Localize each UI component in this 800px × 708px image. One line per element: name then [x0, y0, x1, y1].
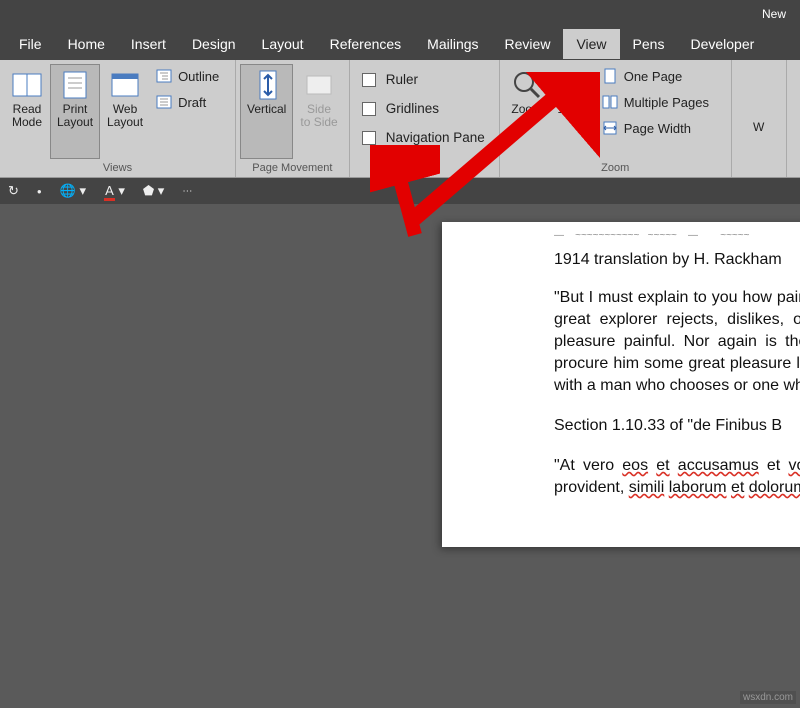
outline-button[interactable]: Outline: [154, 66, 221, 86]
vertical-button[interactable]: Vertical: [240, 64, 293, 159]
outline-label: Outline: [178, 69, 219, 84]
side-to-side-label: Side to Side: [300, 103, 337, 129]
menu-review[interactable]: Review: [492, 29, 564, 59]
one-page-button[interactable]: One Page: [600, 66, 711, 86]
doc-paragraph-1: "But I must explain to you how pain was …: [554, 287, 800, 397]
doc-section-heading: Section 1.10.33 of "de Finibus B: [554, 415, 800, 437]
shape-icon[interactable]: ⬟ ▾: [143, 183, 164, 199]
read-mode-button[interactable]: Read Mode: [4, 64, 50, 159]
side-to-side-button[interactable]: Side to Side: [293, 64, 344, 159]
more-icon[interactable]: ⋯: [182, 186, 192, 197]
menu-references[interactable]: References: [317, 29, 415, 59]
page-width-button[interactable]: Page Width: [600, 118, 711, 138]
menu-pens[interactable]: Pens: [620, 29, 678, 59]
window-title: New: [762, 7, 792, 21]
page-width-icon: [602, 120, 618, 136]
outline-icon: [156, 68, 172, 84]
multiple-pages-button[interactable]: Multiple Pages: [600, 92, 711, 112]
checkbox-icon: [362, 73, 376, 87]
draft-icon: [156, 94, 172, 110]
annotation-arrow-2: [370, 145, 440, 245]
language-icon[interactable]: 🌐 ▾: [60, 183, 86, 199]
draft-label: Draft: [178, 95, 206, 110]
menu-file[interactable]: File: [6, 29, 55, 59]
menu-layout[interactable]: Layout: [249, 29, 317, 59]
window-partial-icon: [743, 69, 775, 119]
doc-heading: 1914 translation by H. Rackham: [554, 245, 800, 287]
font-color-icon[interactable]: A ▾: [104, 183, 125, 199]
page-width-label: Page Width: [624, 121, 691, 136]
print-layout-icon: [59, 69, 91, 101]
bullet-icon[interactable]: ●: [37, 187, 42, 196]
menu-home[interactable]: Home: [55, 29, 118, 59]
checkbox-icon: [362, 131, 376, 145]
watermark-text: wsxdn.com: [740, 691, 796, 704]
one-page-label: One Page: [624, 69, 683, 84]
window-partial-button[interactable]: W: [736, 64, 782, 171]
web-layout-icon: [109, 69, 141, 101]
checkbox-icon: [362, 102, 376, 116]
page-header-marks: — ~~~~~~~~~~~ ~~~~~ — ~~~~~: [554, 230, 800, 245]
multiple-pages-icon: [602, 94, 618, 110]
menu-insert[interactable]: Insert: [118, 29, 179, 59]
vertical-label: Vertical: [247, 103, 286, 116]
document-area[interactable]: — ~~~~~~~~~~~ ~~~~~ — ~~~~~ 1914 transla…: [0, 204, 800, 708]
one-page-icon: [602, 68, 618, 84]
menu-bar: File Home Insert Design Layout Reference…: [0, 28, 800, 60]
web-layout-button[interactable]: Web Layout: [100, 64, 150, 159]
menu-developer[interactable]: Developer: [677, 29, 767, 59]
views-group-label: Views: [4, 159, 231, 177]
page-movement-group-label: Page Movement: [240, 159, 345, 177]
side-to-side-icon: [303, 69, 335, 101]
menu-mailings[interactable]: Mailings: [414, 29, 491, 59]
doc-paragraph-2: "At vero eos et accusamus et voluptatum …: [554, 455, 800, 499]
read-mode-icon: [11, 69, 43, 101]
menu-design[interactable]: Design: [179, 29, 249, 59]
redo-icon[interactable]: ↻: [8, 183, 19, 199]
menu-view[interactable]: View: [563, 29, 619, 59]
window-partial-label: W: [753, 121, 764, 134]
draft-button[interactable]: Draft: [154, 92, 221, 112]
vertical-icon: [251, 69, 283, 101]
print-layout-label: Print Layout: [57, 103, 93, 129]
document-page[interactable]: — ~~~~~~~~~~~ ~~~~~ — ~~~~~ 1914 transla…: [442, 222, 800, 547]
print-layout-button[interactable]: Print Layout: [50, 64, 100, 159]
web-layout-label: Web Layout: [107, 103, 143, 129]
read-mode-label: Read Mode: [12, 103, 42, 129]
multiple-pages-label: Multiple Pages: [624, 95, 709, 110]
